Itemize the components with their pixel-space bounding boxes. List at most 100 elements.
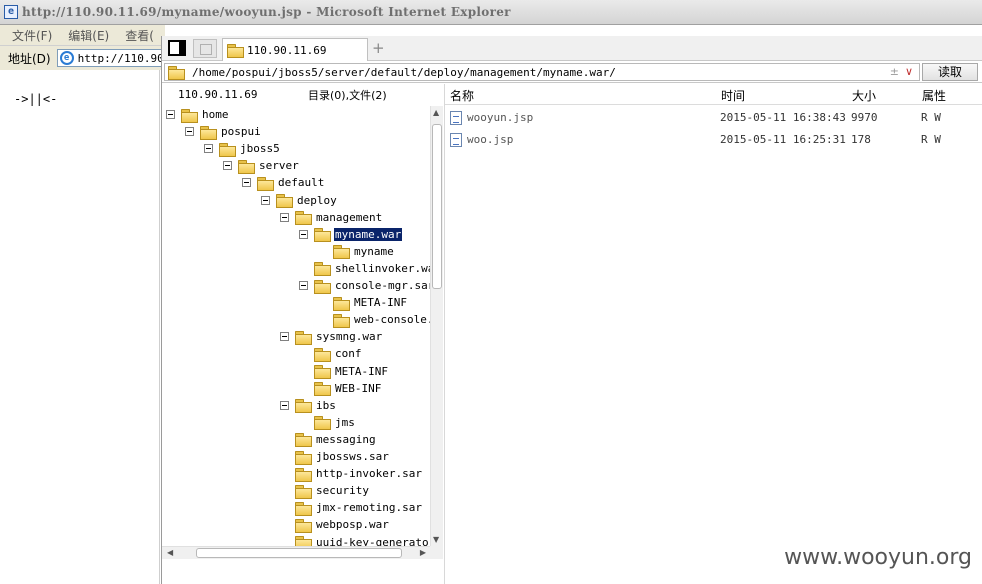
tree-node[interactable]: webposp.war <box>295 516 390 533</box>
scroll-thumb[interactable] <box>432 124 442 289</box>
collapse-icon[interactable] <box>166 110 175 119</box>
tree-node[interactable]: http-invoker.sar <box>295 465 423 482</box>
tree-node[interactable]: pospui <box>185 123 262 140</box>
column-size[interactable]: 大小 <box>852 87 876 104</box>
tree-node[interactable]: WEB-INF <box>314 380 382 397</box>
folder-icon <box>295 518 312 533</box>
path-text: /home/pospui/jboss5/server/default/deplo… <box>192 65 616 79</box>
collapse-icon[interactable] <box>280 212 289 222</box>
tree-node-label: jms <box>335 415 355 429</box>
folder-icon <box>295 399 312 414</box>
tree-node-label: web-console.w <box>354 313 430 327</box>
watermark: www.wooyun.org <box>784 545 972 570</box>
file-row[interactable]: woo.jsp 2015-05-11 16:25:31 178 R W <box>445 129 982 149</box>
tree-node[interactable]: conf <box>314 345 363 362</box>
collapse-icon[interactable] <box>280 332 289 342</box>
collapse-icon[interactable] <box>242 178 251 188</box>
collapse-icon[interactable] <box>204 144 213 154</box>
tree-node-label: jmx-remoting.sar <box>316 501 422 515</box>
tab-label: 110.90.11.69 <box>247 43 327 57</box>
folder-icon <box>314 279 331 294</box>
window-icon[interactable] <box>193 39 217 58</box>
file-manager-window: 110.90.11.69 + /home/pospui/jboss5/serve… <box>161 36 982 584</box>
column-time[interactable]: 时间 <box>721 87 745 104</box>
ie-app-icon: e <box>4 5 18 19</box>
tree-node[interactable]: security <box>295 482 370 499</box>
folder-icon <box>168 66 185 80</box>
tree-node[interactable]: sysmng.war <box>280 328 383 345</box>
add-tab-button[interactable]: + <box>372 39 385 57</box>
ie-address-bar: 地址(D) e http://110.90. <box>0 46 165 70</box>
menu-view[interactable]: 查看( <box>125 27 154 44</box>
scroll-down-icon[interactable]: ▼ <box>433 535 439 544</box>
tree-node[interactable]: deploy <box>261 192 338 209</box>
tree-node[interactable]: META-INF <box>333 294 408 311</box>
collapse-icon[interactable] <box>280 400 289 410</box>
folder-icon <box>333 296 350 311</box>
tree-node-label: webposp.war <box>316 518 389 532</box>
tree-node[interactable]: META-INF <box>314 363 389 380</box>
tab-bar: 110.90.11.69 + <box>162 36 982 61</box>
menu-file[interactable]: 文件(F) <box>12 27 52 44</box>
file-row[interactable]: wooyun.jsp 2015-05-11 16:38:43 9970 R W <box>445 107 982 127</box>
tree-node[interactable]: jboss5 <box>204 140 281 157</box>
sidebar-toggle-icon[interactable] <box>168 40 186 56</box>
tree-node-label: pospui <box>221 125 261 139</box>
tree-node[interactable]: messaging <box>295 431 377 448</box>
path-dropdown-icon[interactable]: ± ∨ <box>890 65 913 78</box>
collapse-icon[interactable] <box>299 229 308 239</box>
folder-icon <box>295 536 312 546</box>
file-name: wooyun.jsp <box>467 111 534 124</box>
path-input[interactable]: /home/pospui/jboss5/server/default/deplo… <box>164 63 920 81</box>
tree-node[interactable]: web-console.w <box>333 311 430 328</box>
tree-horizontal-scrollbar[interactable]: ◀ ▶ <box>162 546 430 559</box>
folder-icon <box>227 44 244 58</box>
tree-node[interactable]: myname.war <box>299 226 403 243</box>
tree-node-label: server <box>259 159 299 173</box>
scroll-left-icon[interactable]: ◀ <box>167 548 173 557</box>
folder-icon <box>295 450 312 465</box>
file-time: 2015-05-11 16:38:43 <box>720 111 846 124</box>
tab-host[interactable]: 110.90.11.69 <box>222 38 368 61</box>
tree-node[interactable]: server <box>223 157 300 174</box>
folder-icon <box>257 176 274 191</box>
file-time: 2015-05-11 16:25:31 <box>720 133 846 146</box>
collapse-icon[interactable] <box>185 127 194 137</box>
tree-node[interactable]: shellinvoker.war <box>314 260 430 277</box>
folder-icon <box>181 108 198 123</box>
folder-icon <box>314 365 331 379</box>
folder-icon <box>276 194 293 208</box>
tree-node-label: security <box>316 484 369 498</box>
tree-node-label: shellinvoker.war <box>335 261 430 275</box>
scroll-up-icon[interactable]: ▲ <box>433 108 439 117</box>
file-attr: R W <box>921 111 941 124</box>
tree-node[interactable]: default <box>242 174 325 191</box>
menu-edit[interactable]: 编辑(E) <box>68 27 109 44</box>
file-size: 178 <box>851 133 871 146</box>
tree-node[interactable]: management <box>280 209 383 226</box>
directory-tree: home pospui jboss5 server default deploy manag… <box>162 106 430 546</box>
tree-node[interactable]: myname <box>333 243 395 260</box>
tree-node[interactable]: console-mgr.sar <box>299 277 430 294</box>
tree-node[interactable]: ibs <box>280 397 337 414</box>
address-input[interactable]: e http://110.90. <box>56 49 165 67</box>
tree-vertical-scrollbar[interactable]: ▲ ▼ <box>430 106 443 546</box>
tree-node-label: management <box>316 210 383 224</box>
tree-node-label: http-invoker.sar <box>316 467 422 481</box>
scroll-thumb[interactable] <box>196 548 402 558</box>
file-list: 名称 时间 大小 属性 wooyun.jsp 2015-05-11 16:38:… <box>444 84 982 584</box>
collapse-icon[interactable] <box>261 195 270 205</box>
column-attr[interactable]: 属性 <box>922 87 946 104</box>
tree-node[interactable]: home <box>166 106 230 123</box>
read-button[interactable]: 读取 <box>922 63 978 81</box>
tree-node[interactable]: jmx-remoting.sar <box>295 499 423 516</box>
collapse-icon[interactable] <box>223 161 232 171</box>
collapse-icon[interactable] <box>299 281 308 290</box>
scroll-right-icon[interactable]: ▶ <box>420 548 426 557</box>
tree-node[interactable]: uuid-key-generator.s <box>295 534 430 546</box>
tree-node[interactable]: jbossws.sar <box>295 448 390 465</box>
column-name[interactable]: 名称 <box>450 87 474 104</box>
tree-node-label: myname.war <box>334 227 403 241</box>
file-size: 9970 <box>851 111 878 124</box>
tree-node[interactable]: jms <box>314 414 356 431</box>
